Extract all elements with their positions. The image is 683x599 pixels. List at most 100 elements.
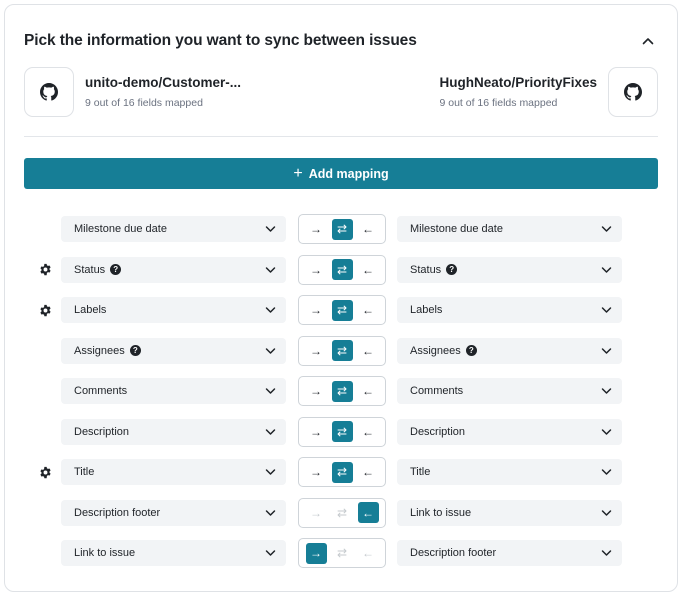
sync-right-to-left-button[interactable]: ← [357,502,379,523]
chevron-down-icon [601,307,612,313]
field-settings-button[interactable] [38,465,52,479]
field-settings-button[interactable] [38,303,52,317]
mapping-row: Description → ⇄ ← Description [5,416,679,447]
two-way-arrows-icon: ⇄ [336,262,348,277]
sync-two-way-button[interactable]: ⇄ [331,421,353,442]
sync-left-to-right-button[interactable]: → [306,219,327,240]
sync-left-to-right-button[interactable]: → [306,300,327,321]
sync-left-to-right-button[interactable]: → [306,340,327,361]
sync-two-way-button[interactable]: ⇄ [331,218,353,240]
sync-left-to-right-button[interactable]: → [306,462,327,483]
two-way-arrows-icon: ⇄ [336,465,348,479]
sync-two-way-button[interactable]: ⇄ [331,380,353,402]
sync-right-to-left-button[interactable]: ← [358,381,379,402]
right-field-select[interactable]: Labels [397,297,622,323]
left-field-select[interactable]: Title [61,459,286,485]
sync-right-to-left-button[interactable]: ← [358,219,379,240]
sync-two-way-button[interactable]: ⇄ [332,502,353,523]
right-repo-mapped-count: 9 out of 16 fields mapped [439,97,558,109]
chevron-up-icon [642,38,654,45]
github-icon [40,83,58,101]
arrow-right-icon: → [310,465,322,479]
chevron-down-icon [601,550,612,556]
github-icon [624,83,642,101]
sync-two-way-button[interactable]: ⇄ [332,543,353,564]
sync-direction-toggle: → ⇄ ← [298,335,386,366]
chevron-down-icon [265,266,276,273]
right-repo: HughNeato/PriorityFixes 9 out of 16 fiel… [439,67,658,117]
sync-right-to-left-button[interactable]: ← [358,259,379,280]
chevron-down-icon [601,509,612,516]
right-repo-name: HughNeato/PriorityFixes [439,75,597,90]
right-field-select[interactable]: Title [397,459,622,485]
left-field-label: Status [74,263,106,276]
right-field-select[interactable]: Status? [397,256,622,283]
right-field-select[interactable]: Link to issue [397,499,622,526]
left-field-label: Description [74,425,130,438]
page-title: Pick the information you want to sync be… [24,32,417,49]
field-settings-button[interactable] [38,263,52,277]
left-field-select[interactable]: Labels [61,297,286,323]
left-field-label: Title [74,466,95,478]
sync-right-to-left-button[interactable]: ← [358,421,379,442]
sync-right-to-left-button[interactable]: ← [358,462,379,483]
left-field-select[interactable]: Status? [61,256,286,283]
arrow-right-icon: → [310,262,322,277]
gear-icon [39,466,51,478]
mapping-row: Description footer → ⇄ ← Link to issue [5,497,679,528]
chevron-down-icon [265,509,276,516]
sync-left-to-right-button[interactable]: → [306,502,327,523]
two-way-arrows-icon: ⇄ [336,546,348,560]
two-way-arrows-icon: ⇄ [336,222,348,236]
chevron-down-icon [265,469,276,475]
left-field-select[interactable]: Comments [61,378,286,404]
chevron-down-icon [601,347,612,354]
left-field-select[interactable]: Milestone due date [61,216,286,242]
left-repo: unito-demo/Customer-... 9 out of 16 fiel… [24,67,241,117]
sync-direction-toggle: → ⇄ ← [298,254,386,285]
right-field-select[interactable]: Description [397,418,622,445]
sync-two-way-button[interactable]: ⇄ [331,340,353,361]
sync-left-to-right-button[interactable]: → [305,542,327,564]
right-field-select[interactable]: Milestone due date [397,216,622,242]
left-field-select[interactable]: Link to issue [61,540,286,566]
sync-right-to-left-button[interactable]: ← [358,543,379,564]
arrow-right-icon: → [310,303,322,317]
sync-left-to-right-button[interactable]: → [306,259,327,280]
sync-right-to-left-button[interactable]: ← [358,340,379,361]
sync-left-to-right-button[interactable]: → [306,381,327,402]
sync-right-to-left-button[interactable]: ← [358,300,379,321]
two-way-arrows-icon: ⇄ [336,424,348,439]
chevron-down-icon [601,388,612,394]
sync-left-to-right-button[interactable]: → [306,421,327,442]
left-field-select[interactable]: Assignees? [61,337,286,364]
sync-direction-toggle: → ⇄ ← [298,376,386,406]
right-field-label: Link to issue [410,506,472,519]
chevron-down-icon [265,550,276,556]
sync-direction-toggle: → ⇄ ← [298,214,386,244]
right-field-select[interactable]: Assignees? [397,337,622,364]
right-field-label: Title [410,466,431,478]
sync-direction-toggle: → ⇄ ← [298,416,386,447]
sync-two-way-button[interactable]: ⇄ [331,299,353,321]
left-field-select[interactable]: Description [61,418,286,445]
sync-two-way-button[interactable]: ⇄ [331,461,353,483]
sync-mapping-card: Pick the information you want to sync be… [4,4,678,592]
add-mapping-button[interactable]: + Add mapping [24,158,658,189]
sync-two-way-button[interactable]: ⇄ [331,259,353,280]
help-icon[interactable]: ? [465,345,477,356]
arrow-left-icon: ← [362,424,374,439]
sync-direction-toggle: → ⇄ ← [298,497,386,528]
right-field-select[interactable]: Comments [397,378,622,404]
chevron-down-icon [265,226,276,232]
mapping-row: Status? → ⇄ ← Status? [5,254,679,285]
help-icon[interactable]: ? [110,264,122,275]
collapse-button[interactable] [638,31,658,51]
help-icon[interactable]: ? [446,264,458,275]
arrow-left-icon: ← [362,384,374,398]
left-field-select[interactable]: Description footer [61,499,286,526]
help-icon[interactable]: ? [129,345,141,356]
chevron-down-icon [601,469,612,475]
right-field-label: Milestone due date [410,223,503,235]
right-field-select[interactable]: Description footer [397,540,622,566]
